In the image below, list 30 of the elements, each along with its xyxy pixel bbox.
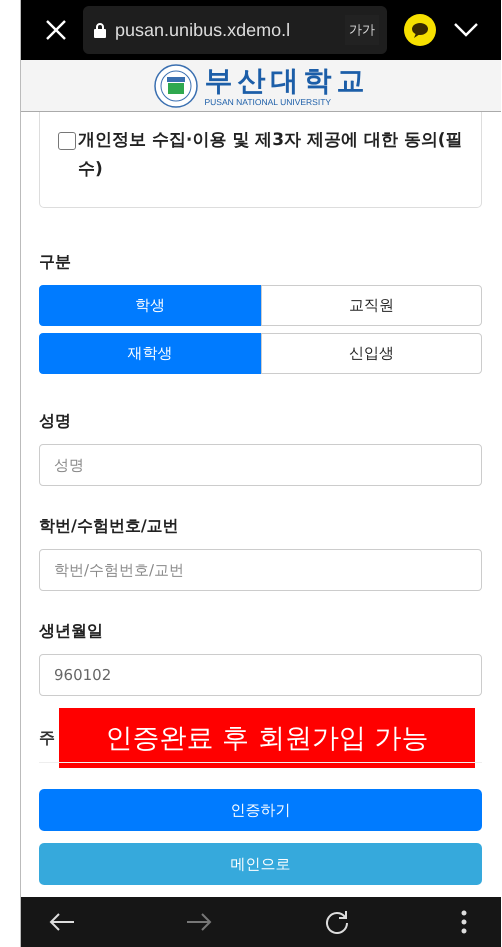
toggle-option[interactable]: 교직원 bbox=[260, 285, 482, 326]
more-menu-icon[interactable] bbox=[460, 910, 467, 934]
text-size-button[interactable]: 가가 bbox=[345, 15, 379, 46]
field-label: 생년월일 bbox=[39, 621, 104, 642]
toggle-option[interactable]: 재학생 bbox=[39, 333, 260, 374]
back-arrow-icon[interactable] bbox=[49, 912, 75, 932]
toggle-option[interactable]: 학생 bbox=[39, 285, 260, 326]
close-icon[interactable] bbox=[45, 19, 67, 42]
field-label: 학번/수험번호/교번 bbox=[39, 516, 180, 538]
university-seal-icon bbox=[152, 62, 198, 109]
toggle-option[interactable]: 신입생 bbox=[260, 333, 482, 374]
logo-subtitle: PUSAN NATIONAL UNIVERSITY bbox=[204, 96, 332, 107]
input-field[interactable]: 960102 bbox=[39, 654, 482, 696]
action-button[interactable]: 인증하기 bbox=[39, 789, 482, 832]
field-label: 주 bbox=[39, 728, 55, 749]
field-label: 구분 bbox=[39, 252, 72, 274]
chevron-down-icon[interactable] bbox=[453, 22, 479, 38]
reload-icon[interactable] bbox=[324, 909, 350, 936]
notice-banner: 인증완료 후 회원가입 가능 bbox=[59, 708, 475, 768]
lock-icon[interactable] bbox=[93, 22, 107, 38]
address-bar[interactable]: pusan.unibus.xdemo.l 가가 bbox=[83, 6, 387, 54]
forward-arrow-icon bbox=[186, 912, 212, 932]
field-label: 성명 bbox=[39, 411, 72, 432]
url-text: pusan.unibus.xdemo.l bbox=[115, 20, 292, 41]
consent-label: 개인정보 수집·이용 및 제3자 제공에 대한 동의(필수) bbox=[78, 129, 463, 182]
input-field[interactable]: 학번/수험번호/교번 bbox=[39, 549, 482, 592]
consent-checkbox[interactable] bbox=[58, 132, 76, 150]
logo-title: 부산대학교 bbox=[204, 64, 370, 97]
input-field[interactable]: 성명 bbox=[39, 444, 482, 486]
chat-bubble-icon[interactable] bbox=[403, 13, 437, 48]
